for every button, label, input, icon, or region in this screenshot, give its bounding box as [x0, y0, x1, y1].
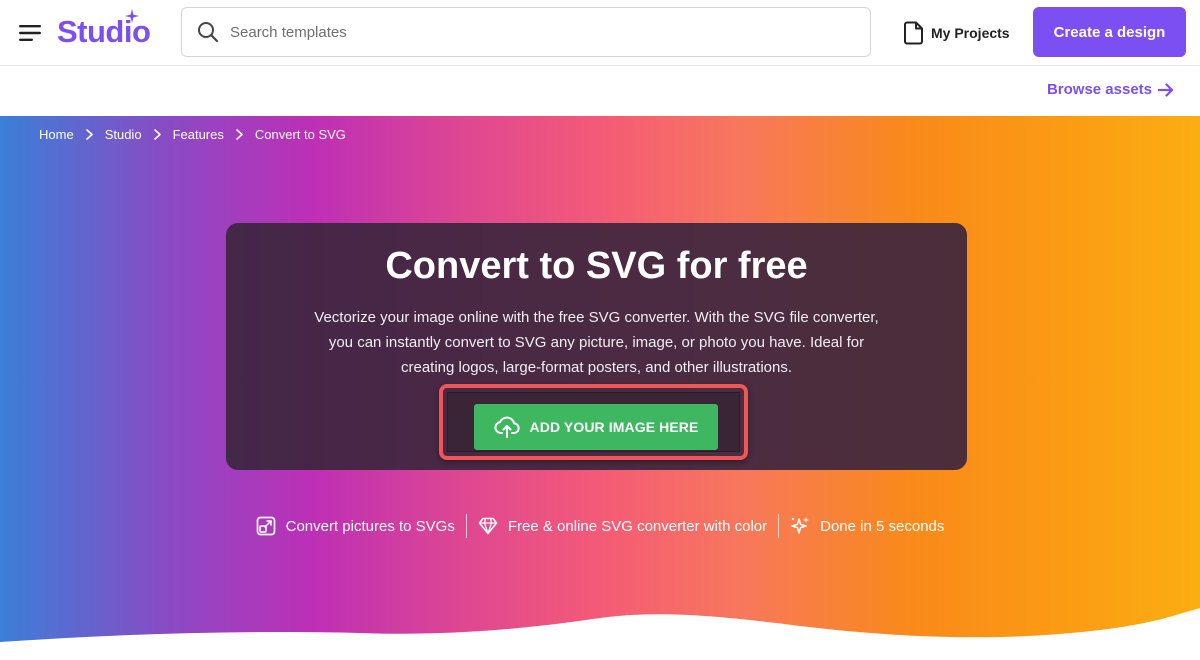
- breadcrumb-home[interactable]: Home: [39, 127, 74, 142]
- browse-assets-link[interactable]: Browse assets: [1047, 81, 1174, 98]
- feature-item: Done in 5 seconds: [790, 516, 944, 536]
- diamond-icon: [478, 517, 498, 535]
- studio-logo[interactable]: Studio: [57, 9, 151, 52]
- breadcrumb-current-page: Convert to SVG: [254, 127, 346, 142]
- cloud-upload-icon: [494, 416, 520, 438]
- chevron-right-icon: [153, 129, 161, 140]
- sub-navigation-bar: Browse assets: [0, 66, 1200, 116]
- top-navigation-bar: Studio My Projects Create a design: [0, 0, 1200, 66]
- create-design-button[interactable]: Create a design: [1033, 7, 1186, 57]
- feature-label: Free & online SVG converter with color: [507, 517, 768, 535]
- breadcrumb-studio[interactable]: Studio: [105, 127, 142, 142]
- feature-item: Free & online SVG converter with color: [478, 517, 767, 535]
- add-image-label: ADD YOUR IMAGE HERE: [529, 419, 699, 435]
- my-projects-label: My Projects: [931, 25, 1010, 41]
- search-input[interactable]: [228, 22, 832, 42]
- chevron-right-icon: [236, 129, 243, 140]
- add-image-button[interactable]: ADD YOUR IMAGE HERE: [474, 404, 718, 450]
- feature-divider: [778, 514, 780, 538]
- hero-description: Vectorize your image online with the fre…: [314, 309, 879, 376]
- feature-divider: [465, 514, 467, 538]
- breadcrumb-features[interactable]: Features: [173, 127, 224, 142]
- document-icon: [904, 21, 923, 45]
- hero-bottom-wave: [0, 608, 1200, 660]
- feature-label: Done in 5 seconds: [820, 517, 945, 535]
- page-title: Convert to SVG for free: [385, 245, 808, 287]
- logo-sparkle-icon: [125, 9, 139, 23]
- feature-list: Convert pictures to SVGs Free & online S…: [0, 512, 1200, 540]
- hamburger-menu-icon: [19, 25, 41, 41]
- search-bar[interactable]: [181, 7, 871, 57]
- my-projects-link[interactable]: My Projects: [904, 19, 1010, 47]
- sparkles-icon: [791, 517, 810, 534]
- hero-panel: Convert to SVG for free Vectorize your i…: [226, 223, 967, 470]
- browse-assets-label: Browse assets: [1046, 81, 1152, 98]
- hero-section: Home Studio Features Convert to SVG Conv…: [0, 116, 1200, 660]
- arrow-right-icon: [1158, 82, 1174, 97]
- expand-square-icon: [256, 516, 275, 536]
- hamburger-menu-button[interactable]: [14, 18, 46, 48]
- chevron-right-icon: [85, 129, 93, 140]
- feature-item: Convert pictures to SVGs: [256, 516, 455, 536]
- breadcrumb: Home Studio Features Convert to SVG: [39, 127, 346, 142]
- search-icon: [197, 21, 219, 43]
- feature-label: Convert pictures to SVGs: [285, 517, 455, 535]
